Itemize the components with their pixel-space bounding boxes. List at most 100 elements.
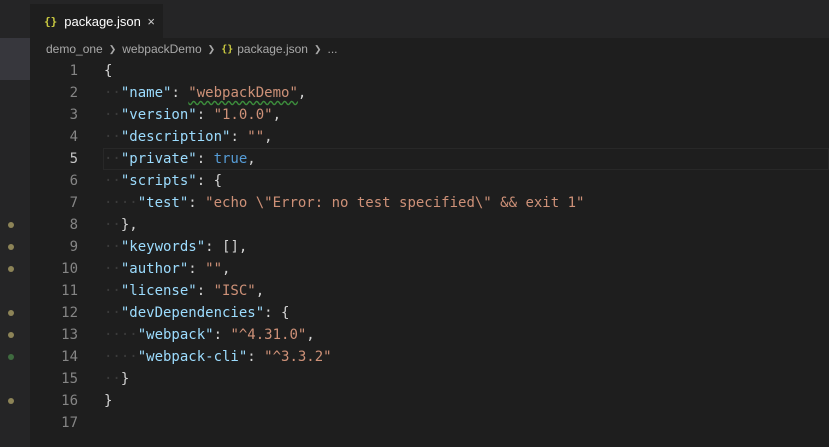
token-punc: } — [120, 371, 130, 387]
code-text: ····"webpack": "^4.31.0", — [104, 324, 315, 346]
token-punc: : — [247, 349, 265, 365]
token-key: "author" — [120, 261, 189, 277]
token-punc: , — [306, 327, 315, 343]
token-str: "webpackDemo" — [188, 85, 298, 101]
line-number: 7 — [69, 195, 78, 211]
git-modified-indicator — [8, 332, 14, 338]
token-punc: : — [213, 327, 231, 343]
git-modified-indicator — [8, 244, 14, 250]
code-text: ··"description": "", — [104, 126, 273, 148]
breadcrumb-item-demo-one[interactable]: demo_one — [46, 42, 103, 56]
code-line[interactable]: 10 ··"author": "", — [8, 258, 829, 280]
code-line[interactable]: 17 — [30, 412, 829, 434]
code-line[interactable]: 2 ··"name": "webpackDemo", — [30, 82, 829, 104]
line-number: 13 — [61, 327, 78, 343]
code-line[interactable]: 12 ··"devDependencies": { — [8, 302, 829, 324]
token-punc: : [], — [205, 239, 248, 255]
code-line[interactable]: 16} — [8, 390, 829, 412]
breadcrumb: demo_one ❯ webpackDemo ❯ {} package.json… — [30, 38, 829, 60]
whitespace-marker: ···· — [104, 195, 138, 211]
token-punc: }, — [120, 217, 138, 233]
line-number: 15 — [61, 371, 78, 387]
whitespace-marker: ·· — [104, 217, 121, 233]
code-text: ··"private": true, — [104, 148, 256, 170]
line-number: 2 — [69, 85, 78, 101]
token-key: "webpack" — [137, 327, 214, 343]
token-punc: { — [104, 63, 113, 79]
token-punc: } — [104, 393, 113, 409]
token-key: "name" — [120, 85, 172, 101]
code-editor[interactable]: 1{2 ··"name": "webpackDemo", 3 ··"version":… — [8, 60, 829, 447]
json-file-icon: {} — [44, 14, 58, 28]
whitespace-marker: ·· — [104, 239, 121, 255]
code-line[interactable]: 1{ — [30, 60, 829, 82]
code-line[interactable]: 14 ····"webpack-cli": "^3.3.2" — [8, 346, 829, 368]
line-number: 16 — [61, 393, 78, 409]
line-number: 12 — [61, 305, 78, 321]
code-text: ··"scripts": { — [104, 170, 222, 192]
whitespace-marker: ·· — [104, 107, 121, 123]
whitespace-marker: ···· — [104, 349, 138, 365]
whitespace-marker: ·· — [104, 305, 121, 321]
git-modified-indicator — [8, 222, 14, 228]
whitespace-marker: ·· — [104, 261, 121, 277]
line-number: 1 — [69, 63, 78, 79]
token-str: "^4.31.0" — [230, 327, 307, 343]
side-strip-active — [0, 38, 30, 80]
token-str: "1.0.0" — [213, 107, 273, 123]
code-line[interactable]: 4 ··"description": "", — [30, 126, 829, 148]
token-punc: : { — [196, 173, 223, 189]
code-text: { — [104, 60, 112, 82]
token-punc: : — [196, 283, 214, 299]
token-str: "^3.3.2" — [264, 349, 332, 365]
code-line[interactable]: 6 ··"scripts": { — [30, 170, 829, 192]
whitespace-marker: ·· — [104, 85, 121, 101]
token-key: "description" — [120, 129, 231, 145]
chevron-right-icon: ❯ — [207, 43, 216, 54]
code-line[interactable]: 8 ··}, — [8, 214, 829, 236]
token-punc: , — [272, 107, 282, 123]
code-text: ··"keywords": [], — [104, 236, 247, 258]
token-punc: , — [255, 283, 265, 299]
token-punc: , — [297, 85, 307, 101]
token-punc: : — [230, 129, 248, 145]
code-line[interactable]: 13 ····"webpack": "^4.31.0", — [8, 324, 829, 346]
token-key: "devDependencies" — [120, 305, 265, 321]
token-key: "version" — [120, 107, 197, 123]
token-punc: : — [188, 261, 206, 277]
token-punc: : — [196, 151, 214, 167]
json-file-icon: {} — [221, 43, 234, 55]
close-icon[interactable]: × — [147, 14, 155, 29]
token-key: "private" — [120, 151, 197, 167]
code-line[interactable]: 15 ··} — [30, 368, 829, 390]
code-line[interactable]: 9 ··"keywords": [], — [8, 236, 829, 258]
line-number: 4 — [69, 129, 78, 145]
token-punc: , — [222, 261, 231, 277]
line-number: 3 — [69, 107, 78, 123]
breadcrumb-item-webpackdemo[interactable]: webpackDemo — [122, 42, 201, 56]
git-added-indicator — [8, 354, 14, 360]
whitespace-marker: ·· — [104, 371, 121, 387]
token-punc: , — [264, 129, 273, 145]
token-bool: true — [213, 151, 248, 167]
token-key: "license" — [120, 283, 197, 299]
code-line[interactable]: 7 ····"test": "echo \"Error: no test spec… — [30, 192, 829, 214]
breadcrumb-item-package-json[interactable]: package.json — [237, 42, 308, 56]
chevron-right-icon: ❯ — [313, 43, 322, 54]
breadcrumb-item-more[interactable]: ... — [328, 42, 338, 56]
token-punc: : — [171, 85, 189, 101]
token-punc: : { — [264, 305, 290, 321]
code-line[interactable]: 11 ··"license": "ISC", — [30, 280, 829, 302]
code-line[interactable]: 3 ··"version": "1.0.0", — [30, 104, 829, 126]
code-text: ··"license": "ISC", — [104, 280, 264, 302]
code-text: ····"test": "echo \"Error: no test speci… — [104, 192, 584, 214]
code-text: } — [104, 390, 112, 412]
token-str: "echo \"Error: no test specified\" && ex… — [205, 195, 585, 211]
token-str: "" — [247, 129, 265, 145]
code-text: ··"name": "webpackDemo", — [104, 82, 306, 104]
tab-package-json[interactable]: {} package.json × — [30, 4, 163, 38]
code-line[interactable]: 5 ··"private": true, — [30, 148, 829, 170]
line-number: 9 — [69, 239, 78, 255]
code-text: ··} — [104, 368, 129, 390]
token-str: "ISC" — [213, 283, 256, 299]
